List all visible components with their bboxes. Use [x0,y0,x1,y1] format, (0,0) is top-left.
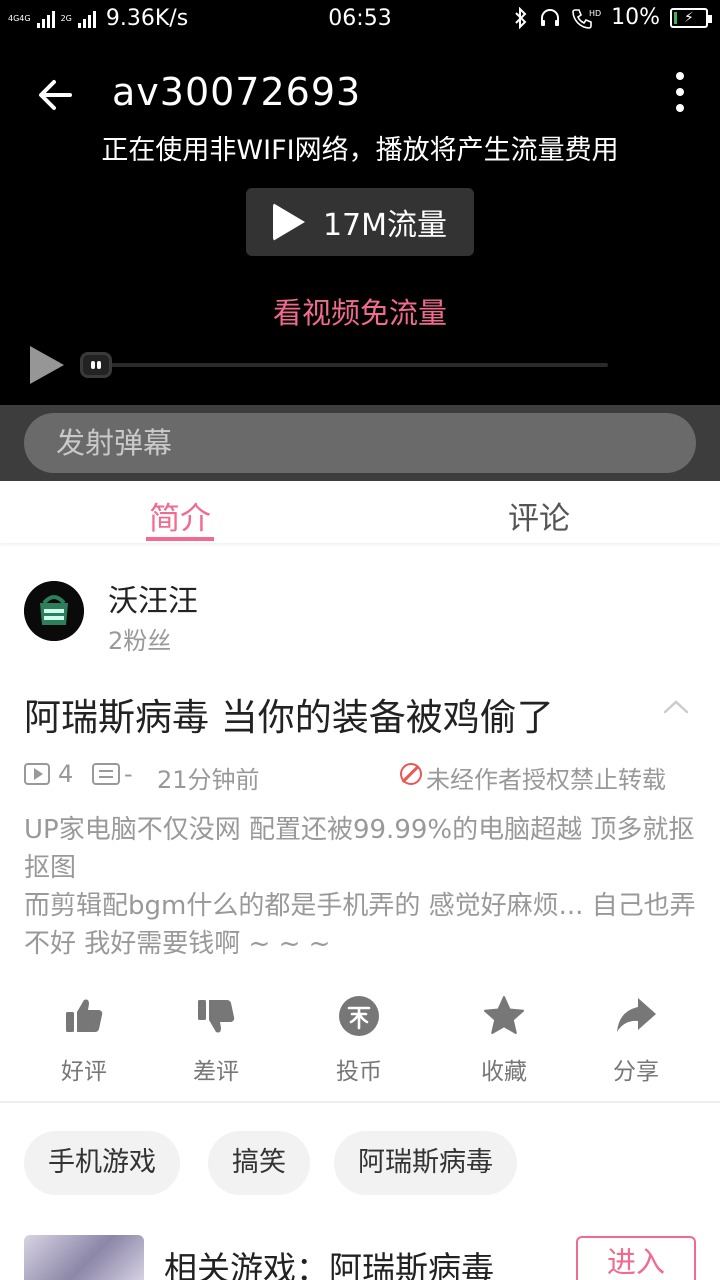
play-with-data-label: 17M流量 [322,208,448,243]
back-arrow-icon[interactable] [34,72,80,118]
related-game-thumbnail[interactable] [24,1235,144,1280]
tag-chip[interactable]: 搞笑 [208,1131,310,1195]
coin-button[interactable]: 投币 [309,994,409,1086]
free-data-link[interactable]: 看视频免流量 [0,290,720,332]
status-bar: 4G4G 2G 9.36K/s 06:53 HD 10% ⚡ [0,0,720,38]
progress-thumb[interactable] [80,352,112,378]
uploader-name[interactable]: 沃汪汪 [108,576,198,620]
thumbs-down-icon [198,1000,235,1033]
play-with-data-button[interactable]: 17M流量 [246,188,474,256]
svg-text:HD: HD [589,9,601,18]
related-game-label: 相关游戏：阿瑞斯病毒 [164,1249,494,1280]
thumbs-up-icon [66,999,103,1032]
battery-icon: ⚡ [670,7,712,28]
description-line-2: 而剪辑配bgm什么的都是手机弄的 感觉好麻烦... 自己也弄不好 我好需要钱啊 … [24,891,696,959]
tag-chip[interactable]: 手机游戏 [24,1131,180,1195]
chevron-up-icon[interactable] [662,694,690,722]
share-button[interactable]: 分享 [586,994,686,1086]
avatar[interactable] [24,581,84,641]
share-arrow-icon [617,998,656,1032]
tab-bar: 简介 评论 [0,481,720,543]
section-divider [0,1101,720,1103]
active-tab-indicator [146,537,214,541]
network-warning-text: 正在使用非WIFI网络，播放将产生流量费用 [101,135,619,166]
coin-label: 投币 [336,1059,382,1085]
dislike-button[interactable]: 差评 [166,994,266,1086]
video-player[interactable]: av30072693 正在使用非WIFI网络，播放将产生流量费用 17M流量 看… [0,38,720,405]
hd-call-icon: HD [572,9,601,29]
danmaku-count-icon [92,763,120,785]
coin-icon [339,996,379,1036]
video-meta: 4 - 21分钟前 未经作者授权禁止转载 [24,760,704,794]
headset-icon [541,8,560,26]
video-title: 阿瑞斯病毒 当你的装备被鸡偷了 [24,696,554,739]
danmaku-count: - [124,760,133,788]
like-button[interactable]: 好评 [34,994,134,1086]
tab-intro[interactable]: 简介 [149,493,211,538]
enter-game-button[interactable]: 进入 [576,1236,696,1280]
like-label: 好评 [61,1059,107,1085]
tag-chip[interactable]: 阿瑞斯病毒 [334,1131,517,1195]
favorite-label: 收藏 [481,1059,527,1085]
video-description: UP家电脑不仅没网 配置还被99.99%的电脑超越 顶多就抠抠图 而剪辑配bgm… [24,811,700,963]
more-options-icon[interactable] [668,72,692,112]
progress-bar[interactable] [96,363,608,367]
uploader-fans: 2粉丝 [108,627,172,655]
share-label: 分享 [613,1059,659,1085]
copyright-notice: 未经作者授权禁止转载 [426,766,666,794]
danmaku-bar [0,405,720,481]
battery-percent: 10% [611,5,660,30]
publish-time: 21分钟前 [157,766,260,794]
dislike-label: 差评 [193,1059,239,1085]
avatar-image [24,581,84,641]
tab-comments[interactable]: 评论 [508,493,570,538]
player-play-icon[interactable] [30,346,64,384]
video-id-title: av30072693 [112,70,362,114]
bluetooth-icon [515,6,527,29]
action-bar: 好评 差评 投币 收藏 分享 [0,994,720,1086]
play-icon [272,203,305,241]
play-count: 4 [58,760,74,788]
no-repost-icon [400,763,422,785]
favorite-button[interactable]: 收藏 [454,994,554,1086]
status-bar-right: HD 10% ⚡ [513,5,712,30]
play-count-icon [24,763,50,785]
danmaku-input[interactable] [24,413,696,473]
star-icon [484,996,524,1034]
description-line-1: UP家电脑不仅没网 配置还被99.99%的电脑超越 顶多就抠抠图 [24,815,695,883]
